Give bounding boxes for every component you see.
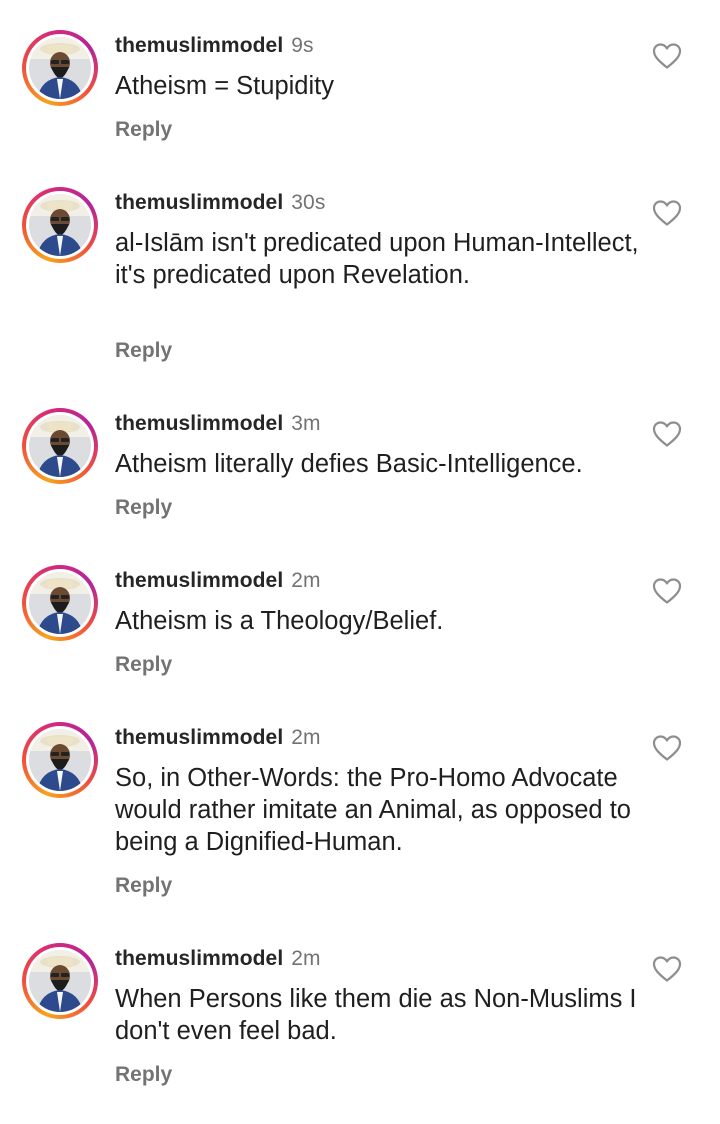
- avatar[interactable]: [22, 943, 98, 1019]
- comment-text: Atheism literally defies Basic-Intellige…: [115, 450, 583, 478]
- comment-text: Atheism is a Theology/Belief.: [115, 607, 444, 635]
- heart-outline-icon: [652, 421, 682, 447]
- heart-outline-icon: [652, 956, 682, 982]
- heart-outline-icon: [652, 200, 682, 226]
- comment-username[interactable]: themuslimmodel 2m: [115, 947, 321, 971]
- reply-button[interactable]: Reply: [115, 874, 172, 898]
- profile-photo: [29, 950, 91, 1012]
- comment-list: themuslimmodel 9s Atheism = Stupidity Rep…: [0, 0, 720, 1124]
- comment-timestamp: 2m: [291, 569, 321, 592]
- avatar[interactable]: [22, 722, 98, 798]
- reply-button[interactable]: Reply: [115, 496, 172, 520]
- reply-button[interactable]: Reply: [115, 339, 172, 363]
- reply-button[interactable]: Reply: [115, 118, 172, 142]
- comment-username[interactable]: themuslimmodel 30s: [115, 191, 325, 215]
- heart-outline-icon: [652, 43, 682, 69]
- avatar[interactable]: [22, 30, 98, 106]
- comment-text: When Persons like them die as Non-Muslim…: [115, 985, 637, 1045]
- like-button[interactable]: [652, 420, 682, 448]
- like-button[interactable]: [652, 734, 682, 762]
- profile-photo: [29, 729, 91, 791]
- username-text[interactable]: themuslimmodel: [115, 412, 283, 435]
- comment-text: So, in Other-Words: the Pro-Homo Advocat…: [115, 764, 631, 856]
- username-text[interactable]: themuslimmodel: [115, 34, 283, 57]
- comment-timestamp: 3m: [291, 412, 321, 435]
- username-text[interactable]: themuslimmodel: [115, 569, 283, 592]
- username-text[interactable]: themuslimmodel: [115, 191, 283, 214]
- profile-photo: [29, 415, 91, 477]
- comment-timestamp: 30s: [291, 191, 326, 214]
- like-button[interactable]: [652, 199, 682, 227]
- comment-timestamp: 2m: [291, 947, 321, 970]
- avatar[interactable]: [22, 408, 98, 484]
- comment-username[interactable]: themuslimmodel 3m: [115, 412, 321, 436]
- avatar[interactable]: [22, 187, 98, 263]
- profile-photo: [29, 37, 91, 99]
- username-text[interactable]: themuslimmodel: [115, 947, 283, 970]
- comment-timestamp: 9s: [291, 34, 314, 57]
- like-button[interactable]: [652, 577, 682, 605]
- profile-photo: [29, 572, 91, 634]
- heart-outline-icon: [652, 735, 682, 761]
- heart-outline-icon: [652, 578, 682, 604]
- comment-timestamp: 2m: [291, 726, 321, 749]
- reply-button[interactable]: Reply: [115, 1063, 172, 1087]
- profile-photo: [29, 194, 91, 256]
- like-button[interactable]: [652, 955, 682, 983]
- comment-username[interactable]: themuslimmodel 2m: [115, 569, 321, 593]
- comment-text: al-Islām isn't predicated upon Human-Int…: [115, 229, 639, 289]
- avatar[interactable]: [22, 565, 98, 641]
- comment-username[interactable]: themuslimmodel 2m: [115, 726, 321, 750]
- username-text[interactable]: themuslimmodel: [115, 726, 283, 749]
- comment-text: Atheism = Stupidity: [115, 72, 334, 100]
- like-button[interactable]: [652, 42, 682, 70]
- reply-button[interactable]: Reply: [115, 653, 172, 677]
- comment-username[interactable]: themuslimmodel 9s: [115, 34, 314, 58]
